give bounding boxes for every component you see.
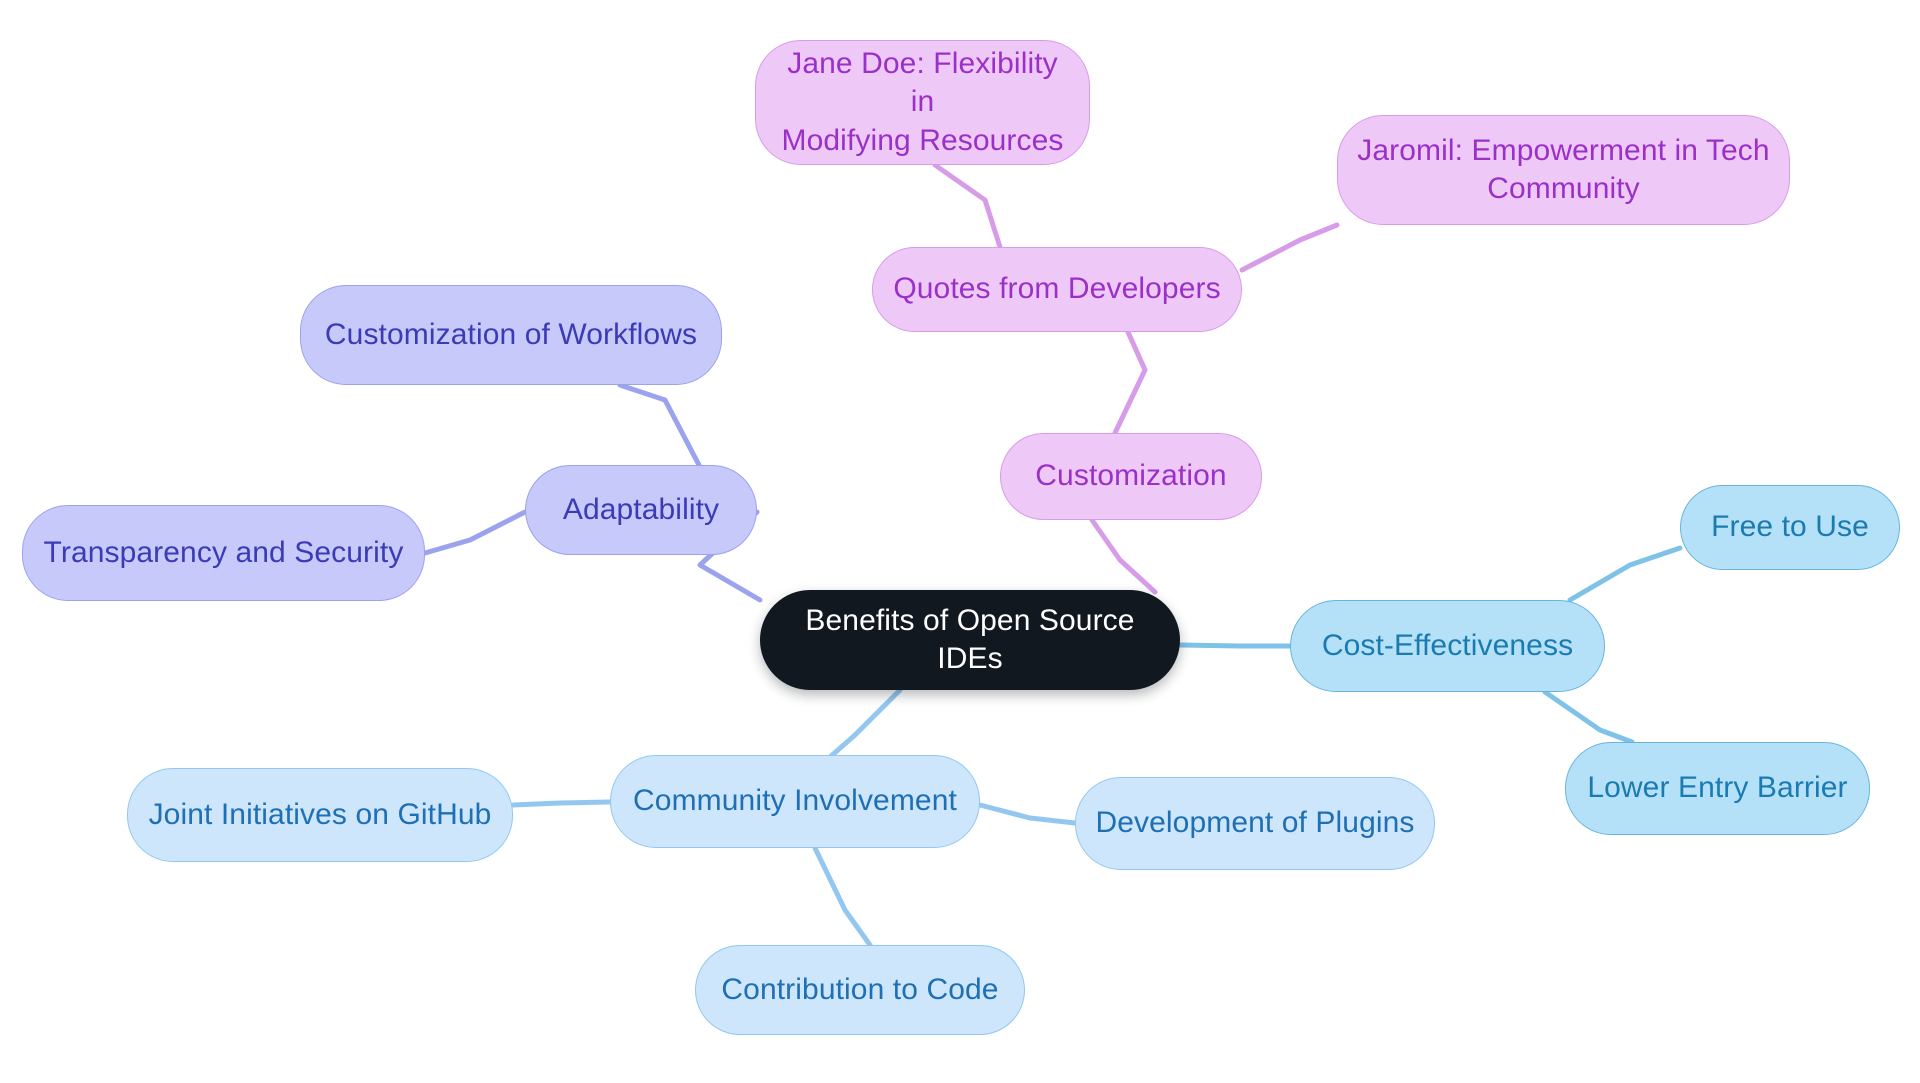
node-development-of-plugins[interactable]: Development of Plugins xyxy=(1075,777,1435,870)
edge-root-cost xyxy=(1177,642,1293,649)
edge-quotes-jaromil xyxy=(1239,222,1340,273)
edge-customization-quotes xyxy=(1112,329,1148,436)
node-transparency-and-security[interactable]: Transparency and Security xyxy=(22,505,425,601)
mindmap-canvas: Benefits of Open Source IDEs Adaptabilit… xyxy=(0,0,1920,1083)
node-community-involvement[interactable]: Community Involvement xyxy=(610,755,980,848)
node-lower-entry-barrier[interactable]: Lower Entry Barrier xyxy=(1565,742,1870,835)
edge-adaptability-customization-workflows xyxy=(617,382,703,470)
edge-community-plugins xyxy=(977,802,1078,826)
node-free-to-use[interactable]: Free to Use xyxy=(1680,485,1900,570)
node-jane-doe-flexibility[interactable]: Jane Doe: Flexibility in Modifying Resou… xyxy=(755,40,1090,165)
node-cost-effectiveness[interactable]: Cost-Effectiveness xyxy=(1290,600,1605,692)
edge-adaptability-transparency xyxy=(422,509,528,556)
node-customization-of-workflows[interactable]: Customization of Workflows xyxy=(300,285,722,385)
node-contribution-to-code[interactable]: Contribution to Code xyxy=(695,945,1025,1035)
node-customization[interactable]: Customization xyxy=(1000,433,1262,520)
edge-cost-free-to-use xyxy=(1567,545,1683,603)
edge-quotes-jane-doe xyxy=(932,162,1003,250)
edge-cost-lower-barrier xyxy=(1542,689,1635,745)
node-adaptability[interactable]: Adaptability xyxy=(525,465,757,555)
edge-root-community xyxy=(827,687,903,760)
edge-community-contribution xyxy=(812,845,873,948)
node-quotes-from-developers[interactable]: Quotes from Developers xyxy=(872,247,1242,332)
edge-community-github xyxy=(510,799,613,808)
node-root[interactable]: Benefits of Open Source IDEs xyxy=(760,590,1180,690)
node-jaromil-empowerment[interactable]: Jaromil: Empowerment in Tech Community xyxy=(1337,115,1790,225)
node-joint-initiatives-on-github[interactable]: Joint Initiatives on GitHub xyxy=(127,768,513,862)
edge-root-customization xyxy=(1089,517,1158,595)
